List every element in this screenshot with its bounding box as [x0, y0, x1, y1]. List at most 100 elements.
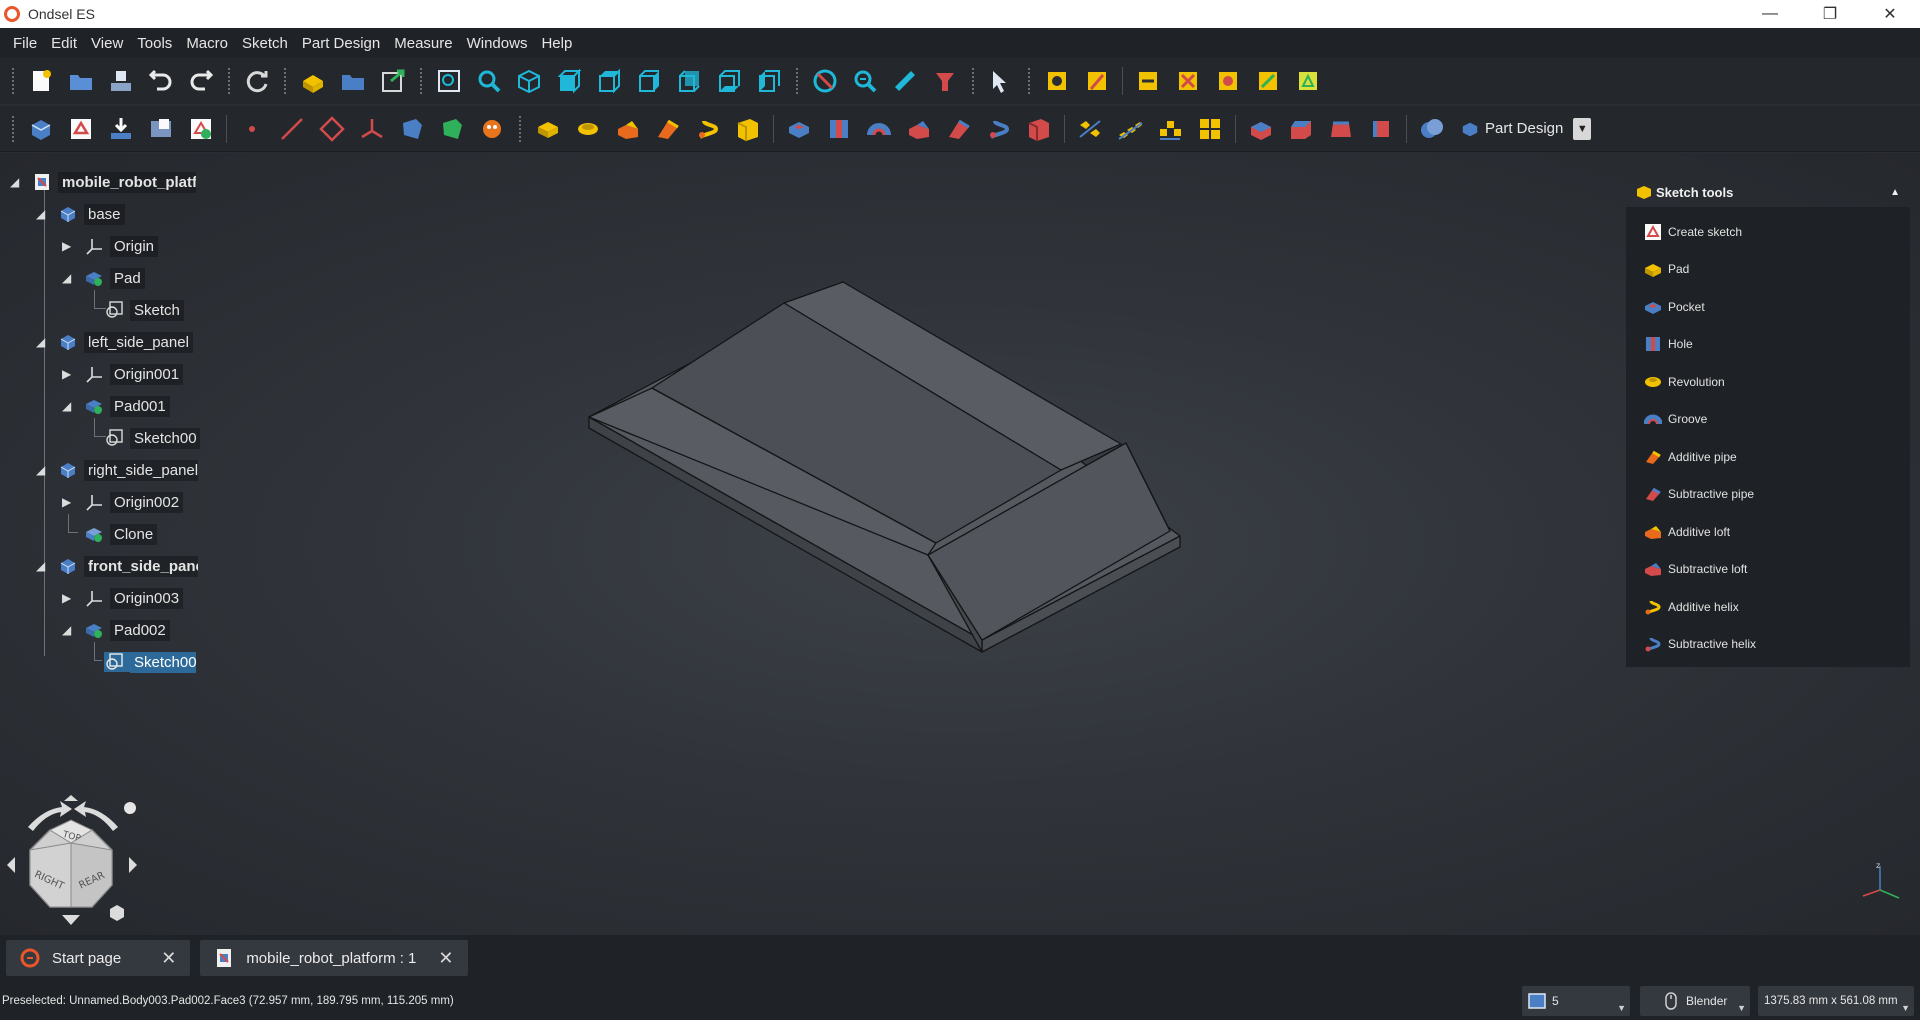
collapse-arrow-icon[interactable]: ◢ [10, 175, 24, 189]
link-icon[interactable] [376, 64, 410, 98]
collapse-caret-icon[interactable]: ▲ [1890, 187, 1900, 198]
new-document-icon[interactable] [24, 64, 58, 98]
create-sketch-icon[interactable] [64, 112, 98, 146]
tool-groove[interactable]: Groove [1626, 401, 1910, 439]
datum-line-icon[interactable] [275, 112, 309, 146]
datum-plane-icon[interactable] [315, 112, 349, 146]
restore-button[interactable]: ❐ [1800, 0, 1860, 28]
measure-3d-icon[interactable] [1251, 64, 1285, 98]
zoom-box-icon[interactable] [848, 64, 882, 98]
additive-primitive-icon[interactable] [731, 112, 765, 146]
subtractive-primitive-icon[interactable] [1022, 112, 1056, 146]
measure-delta-icon[interactable] [1291, 64, 1325, 98]
view-isometric-icon[interactable] [512, 64, 546, 98]
collapse-arrow-icon[interactable]: ◢ [62, 623, 76, 637]
tree-item-sketch[interactable]: Sketch [96, 298, 184, 322]
expand-arrow-icon[interactable]: ▶ [62, 495, 76, 509]
pan-down-arrow-icon[interactable] [62, 915, 80, 925]
collapse-arrow-icon[interactable]: ◢ [36, 335, 50, 349]
collapse-arrow-icon[interactable]: ◢ [62, 271, 76, 285]
fillet-icon[interactable] [1244, 112, 1278, 146]
navigation-cube[interactable]: TOP RIGHT REAR [0, 795, 150, 935]
tab-mobile-robot-platform[interactable]: mobile_robot_platform : 1 ✕ [200, 940, 468, 976]
view-top-icon[interactable] [592, 64, 626, 98]
tool-additive-loft[interactable]: Additive loft [1626, 513, 1910, 551]
clone-icon[interactable] [475, 112, 509, 146]
tree-item-origin002[interactable]: ▶ Origin002 [62, 490, 184, 514]
pan-left-arrow-icon[interactable] [7, 857, 15, 873]
sketch-tools-header[interactable]: Sketch tools ▲ [1626, 177, 1910, 207]
additive-loft-icon[interactable] [611, 112, 645, 146]
close-window-button[interactable]: ✕ [1860, 0, 1920, 28]
menu-file[interactable]: File [6, 35, 44, 52]
validate-sketch-icon[interactable] [184, 112, 218, 146]
draw-style-dropdown[interactable]: 5 ▼ [1522, 986, 1630, 1016]
new-part-folder-icon[interactable] [336, 64, 370, 98]
tree-item-front-side-panel[interactable]: ◢ front_side_pane [36, 554, 198, 578]
redo-icon[interactable] [184, 64, 218, 98]
groove-icon[interactable] [862, 112, 896, 146]
tool-additive-helix[interactable]: Additive helix [1626, 588, 1910, 626]
expand-arrow-icon[interactable]: ▶ [62, 239, 76, 253]
tree-item-left-side-panel[interactable]: ◢ left_side_panel [36, 330, 193, 354]
tree-item-origin[interactable]: ▶ Origin [62, 234, 159, 258]
close-tab-icon[interactable]: ✕ [438, 948, 453, 969]
close-tab-icon[interactable]: ✕ [161, 948, 176, 969]
tree-item-origin001[interactable]: ▶ Origin001 [62, 362, 184, 386]
menu-view[interactable]: View [84, 35, 130, 52]
hole-icon[interactable] [822, 112, 856, 146]
shape-binder-icon[interactable] [395, 112, 429, 146]
multitransform-icon[interactable] [1193, 112, 1227, 146]
menu-help[interactable]: Help [534, 35, 579, 52]
pocket-icon[interactable] [782, 112, 816, 146]
tool-hole[interactable]: Hole [1626, 326, 1910, 364]
open-folder-icon[interactable] [64, 64, 98, 98]
undo-icon[interactable] [144, 64, 178, 98]
view-menu-cube-icon[interactable] [110, 905, 124, 921]
tree-item-pad001[interactable]: ◢ Pad001 [62, 394, 170, 418]
linear-pattern-icon[interactable] [1113, 112, 1147, 146]
menu-macro[interactable]: Macro [179, 35, 235, 52]
navigation-style-dropdown[interactable]: Blender ▼ [1640, 986, 1750, 1016]
tree-item-right-side-panel[interactable]: ◢ right_side_panel [36, 458, 198, 482]
view-bottom-icon[interactable] [712, 64, 746, 98]
tool-revolution[interactable]: Revolution [1626, 363, 1910, 401]
menu-sketch[interactable]: Sketch [235, 35, 295, 52]
toolbar-grip[interactable] [228, 68, 232, 94]
subtractive-loft-icon[interactable] [902, 112, 936, 146]
tree-item-sketch001[interactable]: Sketch00 [96, 426, 200, 450]
view-right-icon[interactable] [632, 64, 666, 98]
create-body-icon[interactable] [24, 112, 58, 146]
local-coordinate-system-icon[interactable] [355, 112, 389, 146]
additive-pipe-icon[interactable] [651, 112, 685, 146]
map-sketch-icon[interactable] [104, 112, 138, 146]
view-rear-icon[interactable] [672, 64, 706, 98]
measure-toggle-icon[interactable] [1211, 64, 1245, 98]
save-icon[interactable] [104, 64, 138, 98]
nav-menu-dot-icon[interactable] [124, 802, 136, 814]
menu-part-design[interactable]: Part Design [295, 35, 387, 52]
tab-start-page[interactable]: Start page ✕ [6, 940, 191, 976]
tree-item-clone[interactable]: Clone [76, 522, 158, 546]
tree-item-root[interactable]: ◢ mobile_robot_platf [10, 170, 196, 194]
edit-sketch-icon[interactable] [144, 112, 178, 146]
draw-style-icon[interactable] [808, 64, 842, 98]
menu-edit[interactable]: Edit [44, 35, 84, 52]
menu-measure[interactable]: Measure [387, 35, 459, 52]
pad-icon[interactable] [531, 112, 565, 146]
tree-item-sketch002[interactable]: Sketch00 [96, 650, 196, 674]
toolbar-grip[interactable] [12, 68, 16, 94]
toolbar-grip[interactable] [12, 115, 16, 142]
collapse-arrow-icon[interactable]: ◢ [36, 463, 50, 477]
subtractive-helix-icon[interactable] [982, 112, 1016, 146]
menu-windows[interactable]: Windows [460, 35, 535, 52]
measure-ruler-icon[interactable] [888, 64, 922, 98]
workbench-selector[interactable]: Part Design ▼ [1461, 115, 1592, 143]
tool-subtractive-loft[interactable]: Subtractive loft [1626, 551, 1910, 589]
tool-create-sketch[interactable]: Create sketch [1626, 213, 1910, 251]
collapse-arrow-icon[interactable]: ◢ [62, 399, 76, 413]
refresh-icon[interactable] [240, 64, 274, 98]
menu-tools[interactable]: Tools [130, 35, 179, 52]
toolbar-grip[interactable] [1028, 68, 1032, 94]
dimensions-dropdown[interactable]: 1375.83 mm x 561.08 mm ▼ [1758, 986, 1914, 1016]
